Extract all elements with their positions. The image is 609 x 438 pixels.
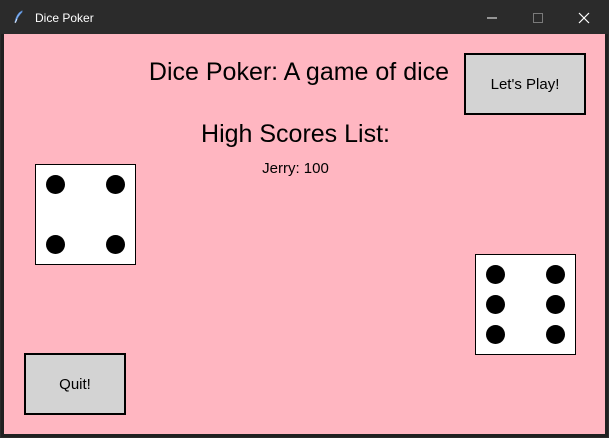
die-pip [546,325,565,344]
die-pip [46,235,65,254]
die-pip [546,265,565,284]
minimize-icon [487,17,497,19]
window-title: Dice Poker [35,11,94,25]
maximize-button[interactable] [515,1,561,34]
die-six [475,254,576,355]
die-pip [486,325,505,344]
maximize-icon [533,13,543,23]
minimize-button[interactable] [469,1,515,34]
die-four [35,164,136,265]
high-scores-heading: High Scores List: [201,120,390,148]
app-window: Dice Poker Dice Poker: A game of dice Hi… [0,0,609,438]
die-pip [106,235,125,254]
game-canvas: Dice Poker: A game of dice High Scores L… [4,34,605,434]
feather-icon [12,10,26,24]
die-pip [546,295,565,314]
title-bar[interactable]: Dice Poker [1,1,608,34]
quit-button[interactable]: Quit! [24,353,126,415]
die-pip [106,175,125,194]
die-pip [486,295,505,314]
close-icon [578,12,590,24]
die-pip [486,265,505,284]
lets-play-button[interactable]: Let's Play! [464,53,586,115]
close-button[interactable] [561,1,607,34]
die-pip [46,175,65,194]
